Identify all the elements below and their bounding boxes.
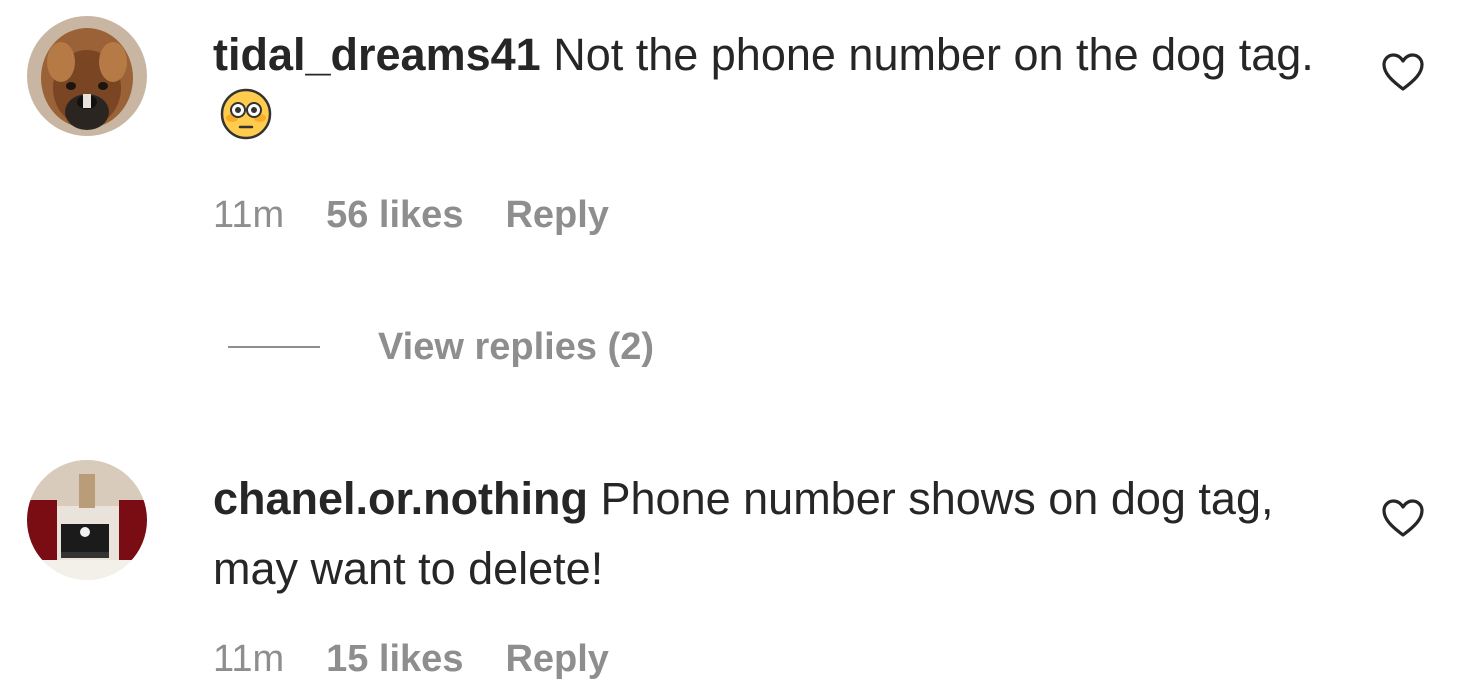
view-replies-divider	[228, 346, 320, 348]
comment-timestamp: 11m	[213, 194, 285, 236]
comment-likes-count[interactable]: 15 likes	[326, 638, 463, 680]
comment-body: Not the phone number on the dog tag.	[540, 29, 1314, 80]
reply-button[interactable]: Reply	[505, 194, 608, 236]
flushed-face-emoji-icon	[219, 87, 273, 161]
chanel-avatar-image	[27, 460, 147, 580]
heart-outline-icon[interactable]	[1381, 498, 1425, 538]
comment-text: tidal_dreams41 Not the phone number on t…	[213, 20, 1343, 165]
reply-button[interactable]: Reply	[505, 638, 608, 680]
comment-text: chanel.or.nothing Phone number shows on …	[213, 464, 1343, 604]
comment-username[interactable]: chanel.or.nothing	[213, 473, 588, 524]
comment-meta: 11m 15 likes Reply	[213, 638, 651, 681]
view-replies-button[interactable]: View replies (2)	[228, 322, 654, 372]
dog-avatar-image	[27, 16, 147, 136]
avatar[interactable]	[27, 460, 147, 580]
comment-likes-count[interactable]: 56 likes	[326, 194, 463, 236]
comment-timestamp: 11m	[213, 638, 285, 680]
comment-meta: 11m 56 likes Reply	[213, 194, 651, 237]
heart-outline-icon[interactable]	[1381, 52, 1425, 92]
comment-username[interactable]: tidal_dreams41	[213, 29, 541, 80]
view-replies-label: View replies (2)	[378, 325, 654, 368]
avatar[interactable]	[27, 16, 147, 136]
